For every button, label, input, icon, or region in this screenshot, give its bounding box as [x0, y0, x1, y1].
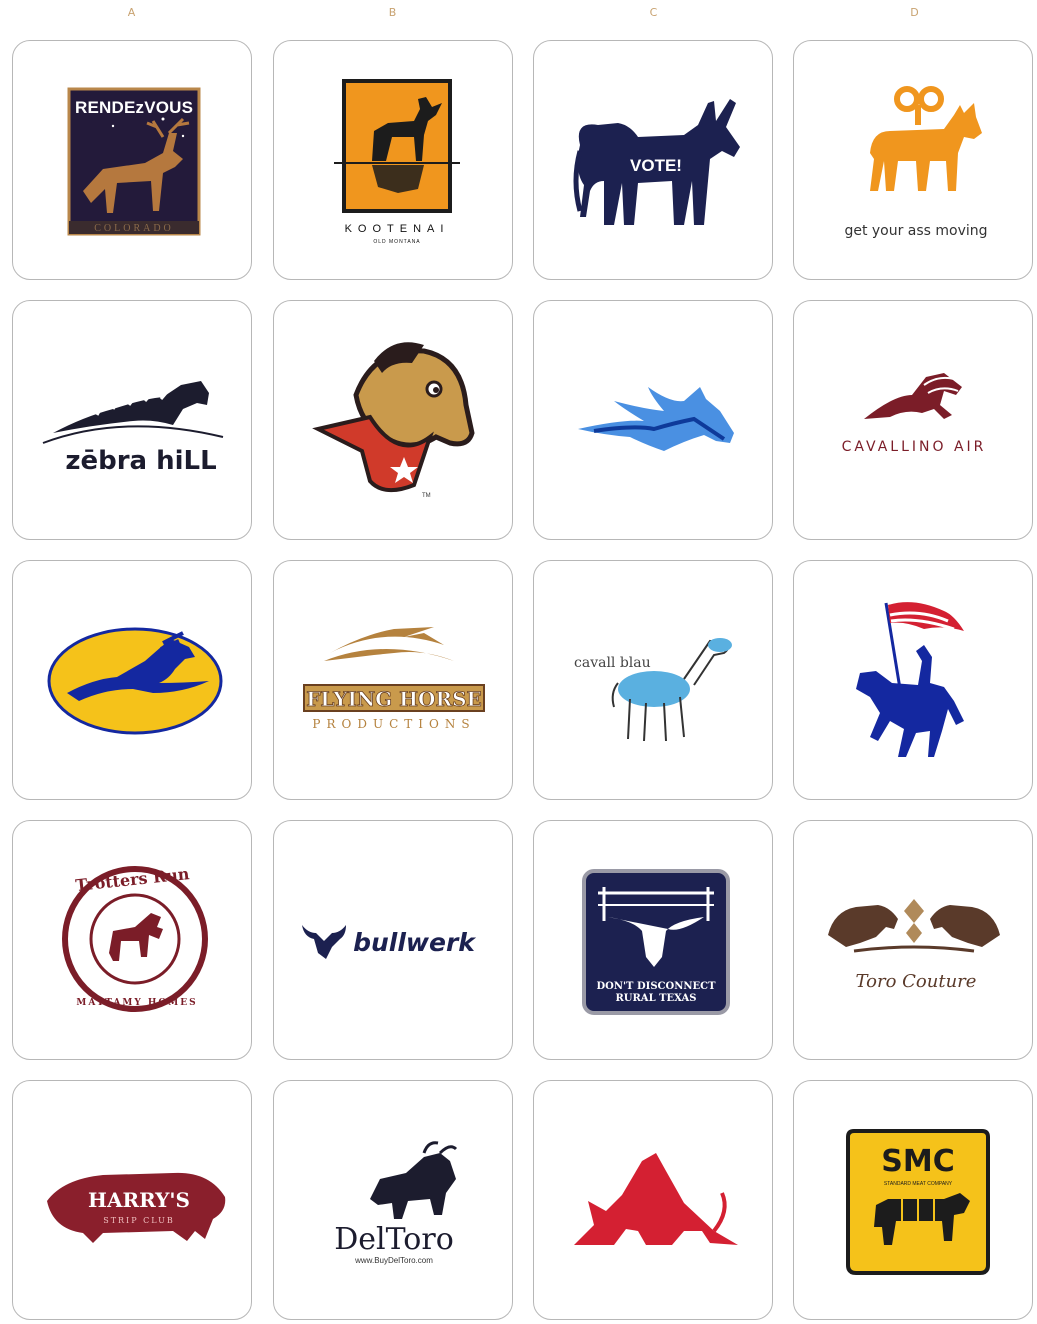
logo-tile-toro-couture: Toro Couture — [793, 820, 1033, 1060]
logo-text: TM — [422, 493, 431, 499]
logo-subtext: STRIP CLUB — [103, 1216, 175, 1225]
column-label-c: C — [649, 6, 659, 19]
logo-tile-cavallino-air: CAVALLINO AIR — [793, 300, 1033, 540]
column-label-b: B — [388, 6, 398, 19]
logo-tile-bullwerk: bullwerk — [273, 820, 513, 1060]
logo-text: Toro Couture — [856, 971, 977, 992]
logo-text: zēbra hiLL — [65, 446, 216, 476]
logo-tile-red-bull — [533, 1080, 773, 1320]
logo-subtext: MATTAMY HOMES — [76, 998, 197, 1008]
logo-tile-blue-flame-horse — [533, 300, 773, 540]
logo-tile-knight-horse — [793, 560, 1033, 800]
logo-text: bullwerk — [353, 928, 476, 957]
logo-text: SMC — [881, 1144, 954, 1179]
logo-text: cavall blau — [574, 655, 651, 671]
logo-text: get your ass moving — [844, 223, 987, 239]
logo-text: DON'T DISCONNECT — [596, 981, 716, 992]
logo-tile-rendezvous: RENDEzVOUS COLORADO — [12, 40, 252, 280]
logo-tile-harrys: HARRY'S STRIP CLUB — [12, 1080, 252, 1320]
logo-text: FLYING HORSE — [306, 687, 482, 711]
logo-text: HARRY'S — [88, 1188, 190, 1212]
logo-tile-trotters-run: Trotters Run MATTAMY HOMES — [12, 820, 252, 1060]
logo-text: RENDEzVOUS — [75, 98, 193, 117]
logo-tile-rural-texas: DON'T DISCONNECT RURAL TEXAS — [533, 820, 773, 1060]
logo-text: CAVALLINO AIR — [842, 439, 987, 455]
logo-tile-horse-mascot: TM — [273, 300, 513, 540]
logo-text: DelToro — [334, 1222, 454, 1257]
logo-tile-zebra-hill: zēbra hiLL — [12, 300, 252, 540]
logo-tile-deltoro: DelToro www.BuyDelToro.com — [273, 1080, 513, 1320]
logo-tile-cavall-blau: cavall blau — [533, 560, 773, 800]
logo-tile-vote: VOTE! — [533, 40, 773, 280]
logo-tile-ass-moving: get your ass moving — [793, 40, 1033, 280]
logo-subtext: OLD MONTANA — [373, 239, 420, 245]
logo-subtext: PRODUCTIONS — [312, 717, 475, 731]
logo-subtext: COLORADO — [94, 223, 174, 234]
logo-subtext: RURAL TEXAS — [615, 993, 696, 1004]
logo-subtext: STANDARD MEAT COMPANY — [884, 1181, 953, 1187]
logo-text: VOTE! — [630, 156, 682, 175]
column-label-d: D — [910, 6, 920, 19]
logo-text: KOOTENAI — [345, 223, 450, 235]
logo-tile-flying-horse: FLYING HORSE PRODUCTIONS — [273, 560, 513, 800]
logo-tile-blue-horse-oval — [12, 560, 252, 800]
logo-tile-smc: SMC STANDARD MEAT COMPANY — [793, 1080, 1033, 1320]
logo-tile-kootenai: KOOTENAI OLD MONTANA — [273, 40, 513, 280]
logo-subtext: www.BuyDelToro.com — [354, 1256, 433, 1265]
column-label-a: A — [127, 6, 137, 19]
